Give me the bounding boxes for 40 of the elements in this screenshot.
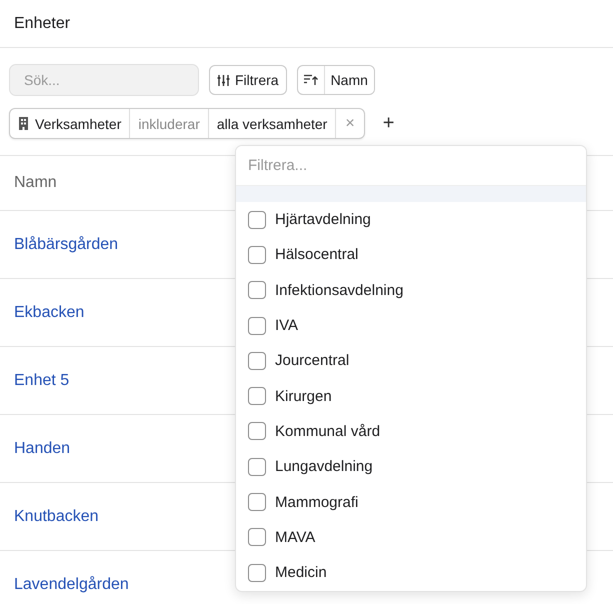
checkbox[interactable] <box>248 528 266 546</box>
option-item[interactable]: Hjärtavdelning <box>236 202 586 238</box>
unit-link[interactable]: Enhet 5 <box>14 372 70 390</box>
unit-link[interactable]: Lavendelgården <box>14 576 129 594</box>
checkbox[interactable] <box>248 493 266 512</box>
checkbox[interactable] <box>248 458 266 476</box>
checkbox[interactable] <box>248 246 266 264</box>
page-title: Enheter <box>14 14 70 32</box>
checkbox[interactable] <box>248 316 266 335</box>
checkbox[interactable] <box>248 564 266 582</box>
option-item[interactable]: Jourcentral <box>236 343 586 378</box>
building-icon <box>18 117 29 130</box>
filter-value[interactable]: alla verksamheter <box>208 109 336 138</box>
checkbox[interactable] <box>248 387 266 406</box>
checkbox[interactable] <box>248 210 266 229</box>
unit-link[interactable]: Handen <box>14 440 70 458</box>
option-item[interactable]: MAVA <box>236 520 586 555</box>
sliders-icon <box>217 74 230 86</box>
unit-link[interactable]: Knutbacken <box>14 508 99 526</box>
option-item[interactable]: Medicin <box>236 554 586 590</box>
sort-ascending-icon[interactable] <box>304 74 318 86</box>
filter-operator[interactable]: inkluderar <box>130 109 209 138</box>
unit-link[interactable]: Blåbärsgården <box>14 236 118 254</box>
filter-field[interactable]: Verksamheter <box>35 116 122 132</box>
option-item[interactable]: Mammografi <box>236 484 586 520</box>
column-header[interactable]: Namn <box>14 174 57 192</box>
unit-link[interactable]: Ekbacken <box>14 304 84 322</box>
option-item[interactable]: IVA <box>236 308 586 344</box>
checkbox[interactable] <box>248 352 266 370</box>
option-item[interactable]: Hälsocentral <box>236 237 586 273</box>
option-item[interactable]: Kommunal vård <box>236 414 586 450</box>
add-filter-button[interactable]: + <box>378 112 398 135</box>
option-item[interactable]: Infektionsavdelning <box>236 272 586 308</box>
filter-input[interactable]: Filtrera... <box>236 146 586 186</box>
checkbox[interactable] <box>248 422 266 440</box>
search-field[interactable]: Sök... <box>9 64 199 96</box>
filter-button[interactable]: Filtrera <box>209 65 287 95</box>
option-item[interactable]: Lungavdelning <box>236 449 586 484</box>
checkbox[interactable] <box>248 281 266 300</box>
option-item[interactable]: Kirurgen <box>236 378 586 414</box>
